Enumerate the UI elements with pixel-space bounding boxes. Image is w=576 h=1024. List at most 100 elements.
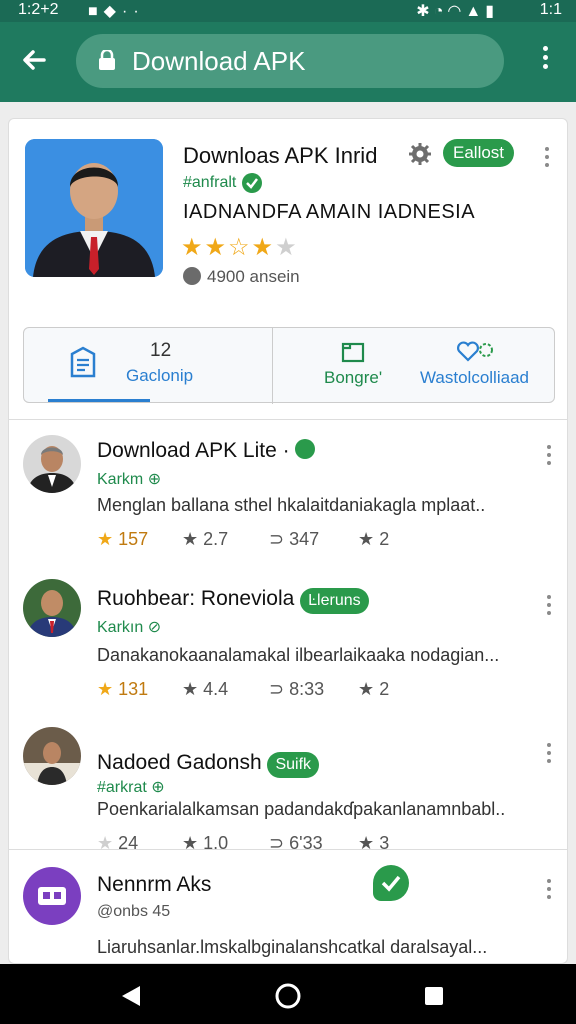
score: 4.4: [203, 679, 229, 699]
star-outline-icon: ☆: [228, 234, 252, 261]
status-notification-icons: ■◆··: [88, 1, 145, 21]
item-description: Poenkarialalkamsan padandakɗpakanlanamnb…: [97, 799, 506, 819]
link-icon: ⊕: [147, 471, 162, 488]
heart-icon: [456, 340, 496, 369]
star-icon: ★: [358, 679, 375, 699]
rating-stars: ★★☆★★: [181, 233, 299, 262]
install-count: 4900 ansein: [183, 267, 300, 287]
tab-wastolcolliaad[interactable]: Wastolcolliaad: [420, 368, 529, 388]
star-icon: ★: [204, 234, 229, 261]
comment-icon: ⊃: [269, 529, 285, 549]
item-title-text: Nadoed Gadonsh: [97, 751, 262, 774]
item-more-icon[interactable]: [547, 595, 551, 615]
status-dot-icon: [295, 439, 316, 459]
comment-count: 347: [289, 529, 320, 549]
content-card: Downloas APK Inrid Eallost #anfralt IADN…: [8, 118, 568, 964]
verified-check-icon: [242, 173, 263, 193]
item-developer-name: Karkm: [97, 471, 144, 488]
tab-divider: [272, 328, 273, 404]
star-icon: ★: [358, 529, 375, 549]
item-title: Ruohbear: Roneviola Ŀleruns: [97, 587, 369, 614]
camera-icon: ■: [88, 3, 104, 20]
window-icon: [340, 340, 366, 369]
comment-count: 8:33: [289, 679, 325, 699]
more-vert-icon[interactable]: [534, 46, 556, 76]
verified-check-icon: [373, 865, 409, 901]
star-icon: ★: [181, 234, 205, 261]
list-item[interactable]: Ruohbear: Roneviola Ŀleruns Karkın ⊘ Dan…: [9, 569, 567, 719]
dots-icon: ··: [121, 3, 145, 20]
tab-bongre[interactable]: Bongre': [324, 368, 382, 388]
recents-square-icon[interactable]: [424, 986, 444, 1011]
avatar: [23, 727, 81, 785]
rating-count: 131: [118, 679, 149, 699]
star-icon: ★: [182, 529, 199, 549]
item-stats: ★ 157 ★ 2.7 ⊃ 347 ★ 2: [97, 529, 389, 550]
wifi-icon: ◠: [447, 3, 466, 20]
status-system-icons: ✱◔◠▲▮: [416, 1, 498, 21]
link-icon: ⊕: [151, 779, 165, 796]
star-icon: ★: [251, 234, 276, 261]
item-stats: ★ 131 ★ 4.4 ⊃ 8:33 ★ 2: [97, 679, 389, 700]
item-title-text: Ruohbear: Roneviola: [97, 587, 295, 610]
item-more-icon[interactable]: [547, 743, 551, 763]
gear-icon[interactable]: [409, 143, 431, 165]
tab-count: 12: [150, 340, 172, 361]
score: 2.7: [203, 529, 229, 549]
item-badge: Suifk: [267, 752, 320, 778]
tab-panel: 12 Gaclonip Bongre' Wastolcolliaad: [23, 327, 555, 404]
item-description: Liaruhsanlar.lmskalbginalanshcatkal dara…: [97, 937, 488, 957]
item-badge: Ŀleruns: [300, 588, 369, 614]
tab-gaclonip[interactable]: Gaclonip: [126, 366, 193, 386]
star-icon: ★: [275, 234, 299, 261]
featured-subtitle: IADNANDFA AMAIN IADNESIA: [183, 201, 476, 223]
back-arrow-icon[interactable]: [18, 44, 50, 76]
comment-icon: ⊃: [269, 679, 285, 699]
signal-icon: ▲: [465, 3, 486, 20]
featured-title: Downloas APK Inrid: [183, 143, 378, 168]
status-bar: 1:2+2 ■◆·· ✱◔◠▲▮ 1:1: [0, 0, 576, 22]
item-description: Menglan ballana sthel hkalaitdaniakagla …: [97, 495, 486, 515]
star-icon: ★: [97, 679, 114, 699]
lock-icon: [98, 48, 116, 70]
item-title-text: Download APK Lite ·: [97, 439, 290, 462]
app-bar: Download APK: [0, 22, 576, 102]
featured-developer[interactable]: #anfralt: [183, 173, 263, 193]
url-text: Download APK: [132, 46, 306, 76]
featured-badge: Eallost: [443, 139, 515, 167]
navigation-bar: [0, 964, 576, 1024]
save-count: 2: [379, 679, 390, 699]
item-developer[interactable]: Karkın ⊘: [97, 617, 161, 637]
battery-icon: ▮: [485, 3, 498, 20]
list-item[interactable]: Download APK Lite · Karkm ⊕ Menglan ball…: [9, 419, 567, 569]
location-icon: ◆: [103, 3, 122, 20]
item-developer[interactable]: Karkm ⊕: [97, 469, 161, 489]
featured-developer-name: #anfralt: [183, 174, 237, 192]
url-bar[interactable]: Download APK: [76, 34, 504, 88]
document-icon: [68, 346, 98, 383]
item-developer[interactable]: #arkrat ⊕: [97, 777, 165, 797]
star-icon: ★: [182, 679, 199, 699]
avatar: [23, 435, 81, 493]
list-item[interactable]: Nadoed Gadonsh Suifk #arkrat ⊕ Poenkaria…: [9, 719, 567, 853]
verified-check-icon: ⊘: [147, 619, 162, 636]
item-developer-name: #arkrat: [97, 779, 147, 796]
featured-more-icon[interactable]: [545, 147, 549, 167]
item-title: Nennrm Aks: [97, 873, 212, 896]
item-title: Nadoed Gadonsh Suifk: [97, 751, 320, 778]
item-more-icon[interactable]: [547, 445, 551, 465]
active-tab-indicator: [48, 399, 150, 402]
installs-icon: [183, 267, 201, 285]
back-triangle-icon[interactable]: [120, 984, 142, 1013]
featured-app-image[interactable]: [25, 139, 163, 277]
rating-count: 157: [118, 529, 149, 549]
item-more-icon[interactable]: [547, 879, 551, 899]
list-item[interactable]: Nennrm Aks @onbs 45 Liaruhsanlar.lmskalb…: [9, 849, 567, 963]
home-circle-icon[interactable]: [274, 982, 302, 1015]
app-icon: [23, 867, 81, 925]
bluetooth-icon: ✱: [416, 3, 434, 20]
install-count-text: 4900 ansein: [207, 267, 300, 286]
status-right-time: 1:1: [539, 1, 562, 18]
item-description: Danakanokaanalamakal ilbearlaikaaka noda…: [97, 645, 500, 665]
status-time: 1:2+2: [18, 1, 59, 18]
